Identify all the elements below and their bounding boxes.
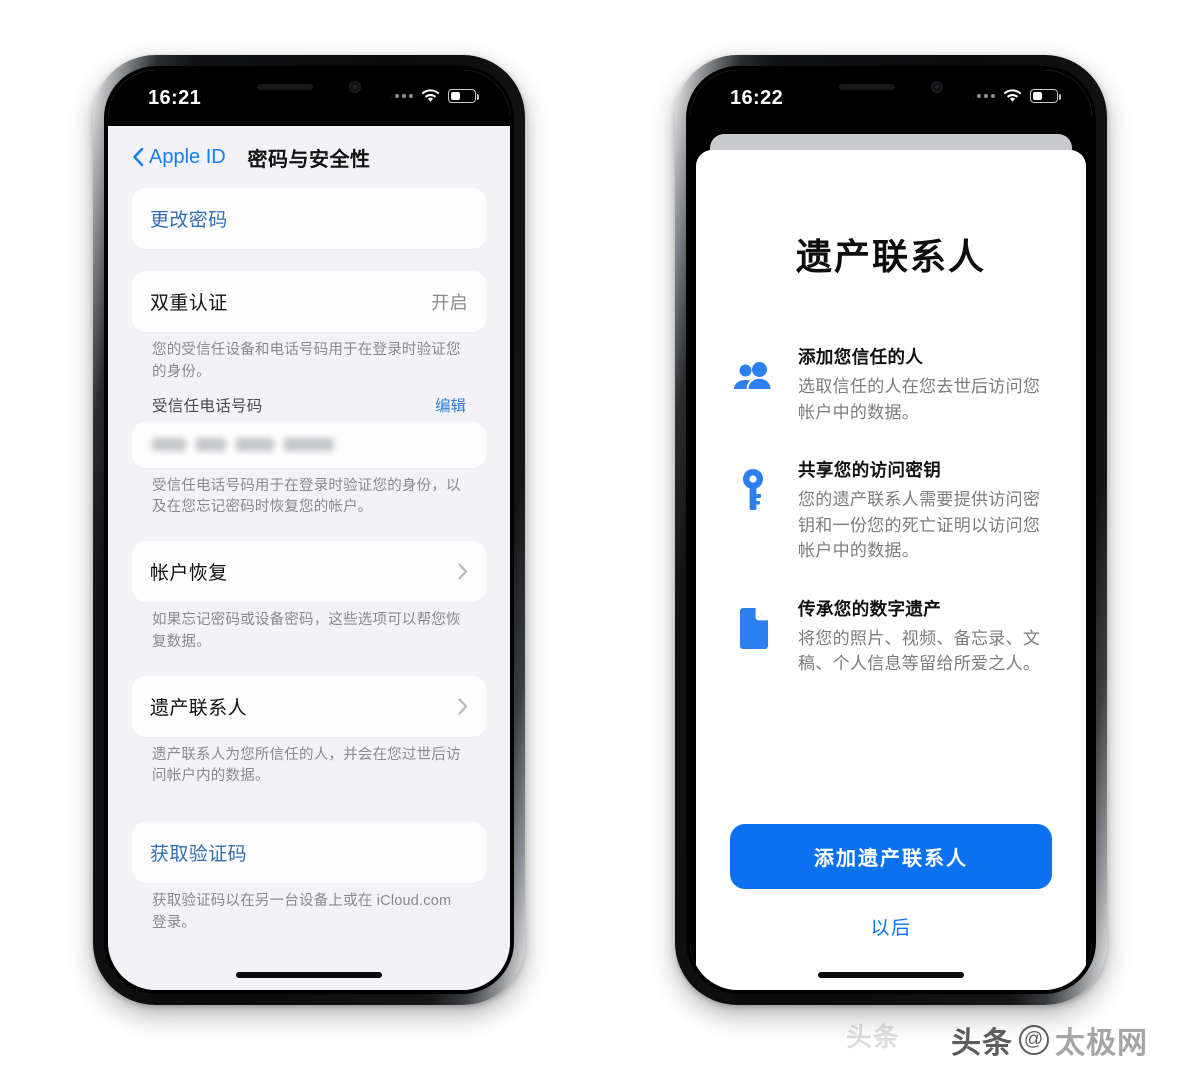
front-camera-icon: [349, 80, 361, 93]
home-indicator[interactable]: [236, 972, 382, 978]
feature-description: 选取信任的人在您去世后访问您帐户中的数据。: [798, 377, 1041, 422]
two-factor-row[interactable]: 双重认证 开启: [132, 271, 486, 332]
front-camera-icon: [931, 80, 943, 93]
redacted-phone-number: [152, 438, 335, 451]
feature-text: 添加您信任的人 选取信任的人在您去世后访问您帐户中的数据。: [798, 344, 1052, 425]
settings-content: Apple ID 密码与安全性 更改密码 双重认证 开启 您的受信任设备和电话号…: [108, 126, 510, 990]
battery-icon: [1030, 89, 1062, 103]
chevron-right-icon: [458, 563, 468, 580]
legacy-contact-row[interactable]: 遗产联系人: [132, 676, 486, 737]
earpiece-speaker: [257, 83, 313, 90]
feature-item: 添加您信任的人 选取信任的人在您去世后访问您帐户中的数据。: [730, 344, 1052, 425]
feature-text: 共享您的访问密钥 您的遗产联系人需要提供访问密钥和一份您的死亡证明以访问您帐户中…: [798, 457, 1052, 564]
feature-item: 传承您的数字遗产 将您的照片、视频、备忘录、文稿、个人信息等留给所爱之人。: [730, 596, 1052, 677]
trusted-number-card[interactable]: [132, 421, 486, 468]
volume-down-button[interactable]: [672, 361, 676, 423]
trusted-number-header: 受信任电话号码 编辑: [132, 384, 486, 422]
settings-sections: 更改密码 双重认证 开启 您的受信任设备和电话号码用于在登录时验证您的身份。 受…: [110, 188, 508, 935]
chevron-right-icon: [458, 697, 468, 715]
trusted-number-footnote: 受信任电话号码用于在登录时验证您的身份，以及在您忘记密码时恢复您的帐户。: [152, 477, 461, 516]
change-password-label: 更改密码: [150, 210, 228, 231]
mute-switch[interactable]: [672, 223, 676, 257]
status-indicators: [970, 89, 1062, 103]
notch: [220, 70, 398, 103]
page-title: 密码与安全性: [247, 148, 371, 171]
navigation-bar: Apple ID 密码与安全性: [110, 126, 508, 188]
two-factor-label: 双重认证: [150, 293, 228, 314]
back-button[interactable]: Apple ID: [132, 146, 226, 169]
volume-down-button[interactable]: [90, 361, 94, 423]
left-phone-screen: 16:21 Apple ID 密码与安全性 更改密码 双重认证 开启 您的受信任…: [108, 70, 510, 990]
modal-sheet-stage: 遗产联系人 添加您信任的人 选取信任的人在您去世后访问您帐户中的数据。 共享您的…: [690, 126, 1092, 990]
left-status-bar: 16:21: [108, 70, 510, 126]
notch: [802, 70, 980, 103]
chevron-left-icon: [133, 147, 144, 167]
feature-title: 传承您的数字遗产: [798, 598, 942, 619]
status-time: 16:21: [148, 87, 202, 109]
left-phone-bezel: 16:21 Apple ID 密码与安全性 更改密码 双重认证 开启 您的受信任…: [104, 66, 514, 994]
mute-switch[interactable]: [90, 223, 94, 257]
feature-text: 传承您的数字遗产 将您的照片、视频、备忘录、文稿、个人信息等留给所爱之人。: [798, 596, 1052, 677]
right-phone-bezel: 16:22 遗产联系人 添加您信任的人 选取信任的人在您去世后访问您帐户中的数据…: [686, 66, 1096, 994]
verification-code-label: 获取验证码: [150, 844, 248, 865]
feature-title: 添加您信任的人: [798, 347, 924, 367]
power-button[interactable]: [524, 307, 528, 403]
feature-item: 共享您的访问密钥 您的遗产联系人需要提供访问密钥和一份您的死亡证明以访问您帐户中…: [730, 457, 1052, 564]
change-password-card[interactable]: 更改密码: [132, 188, 486, 249]
account-recovery-label: 帐户恢复: [150, 563, 228, 584]
feature-title: 共享您的访问密钥: [798, 460, 942, 480]
account-recovery-card[interactable]: 帐户恢复: [132, 541, 486, 602]
document-icon: [730, 606, 776, 652]
legacy-contact-label: 遗产联系人: [150, 697, 248, 719]
feature-description: 将您的照片、视频、备忘录、文稿、个人信息等留给所爱之人。: [798, 628, 1041, 674]
status-indicators: [388, 89, 480, 103]
trusted-number-label: 受信任电话号码: [152, 397, 263, 415]
trusted-number-value: [132, 422, 486, 468]
legacy-contact-sheet: 遗产联系人 添加您信任的人 选取信任的人在您去世后访问您帐户中的数据。 共享您的…: [696, 150, 1086, 990]
right-status-bar: 16:22: [690, 70, 1092, 126]
legacy-contact-footnote: 遗产联系人为您所信任的人，并会在您过世后访问帐户内的数据。: [152, 746, 461, 785]
feature-list: 添加您信任的人 选取信任的人在您去世后访问您帐户中的数据。 共享您的访问密钥 您…: [730, 344, 1052, 677]
home-indicator[interactable]: [818, 972, 964, 978]
battery-icon: [448, 89, 480, 103]
account-recovery-footnote: 如果忘记密码或设备密码，这些选项可以帮您恢复数据。: [152, 612, 461, 650]
account-recovery-row[interactable]: 帐户恢复: [132, 541, 486, 602]
volume-up-button[interactable]: [90, 283, 94, 345]
power-button[interactable]: [1106, 307, 1110, 403]
sheet-title: 遗产联系人: [795, 236, 986, 277]
legacy-contact-card[interactable]: 遗产联系人: [132, 675, 486, 737]
later-button[interactable]: 以后: [730, 889, 1052, 940]
two-factor-status: 开启: [431, 292, 468, 313]
change-password-row[interactable]: 更改密码: [132, 188, 486, 249]
edit-button[interactable]: 编辑: [435, 394, 466, 416]
two-factor-footnote: 您的受信任设备和电话号码用于在登录时验证您的身份。: [152, 342, 461, 380]
two-factor-card[interactable]: 双重认证 开启: [132, 271, 486, 332]
key-icon: [730, 467, 776, 513]
earpiece-speaker: [839, 83, 895, 90]
screenshot-canvas: 16:21 Apple ID 密码与安全性 更改密码 双重认证 开启 您的受信任…: [0, 0, 1200, 1076]
left-phone-device: 16:21 Apple ID 密码与安全性 更改密码 双重认证 开启 您的受信任…: [93, 55, 525, 1005]
verification-code-footnote: 获取验证码以在另一台设备上或在 iCloud.com 登录。: [152, 893, 452, 931]
volume-up-button[interactable]: [672, 283, 676, 345]
verification-code-row[interactable]: 获取验证码: [132, 822, 486, 883]
two-people-icon: [730, 354, 776, 400]
right-phone-device: 16:22 遗产联系人 添加您信任的人 选取信任的人在您去世后访问您帐户中的数据…: [675, 55, 1107, 1005]
wifi-icon: [421, 89, 440, 102]
feature-description: 您的遗产联系人需要提供访问密钥和一份您的死亡证明以访问您帐户中的数据。: [798, 490, 1041, 560]
right-phone-screen: 16:22 遗产联系人 添加您信任的人 选取信任的人在您去世后访问您帐户中的数据…: [690, 70, 1092, 990]
sheet-actions: 添加遗产联系人 以后: [730, 824, 1052, 990]
back-button-label: Apple ID: [149, 145, 226, 168]
verification-code-card[interactable]: 获取验证码: [132, 822, 486, 883]
wifi-icon: [1003, 89, 1022, 102]
add-legacy-contact-button[interactable]: 添加遗产联系人: [730, 824, 1052, 889]
status-time: 16:22: [730, 87, 784, 109]
